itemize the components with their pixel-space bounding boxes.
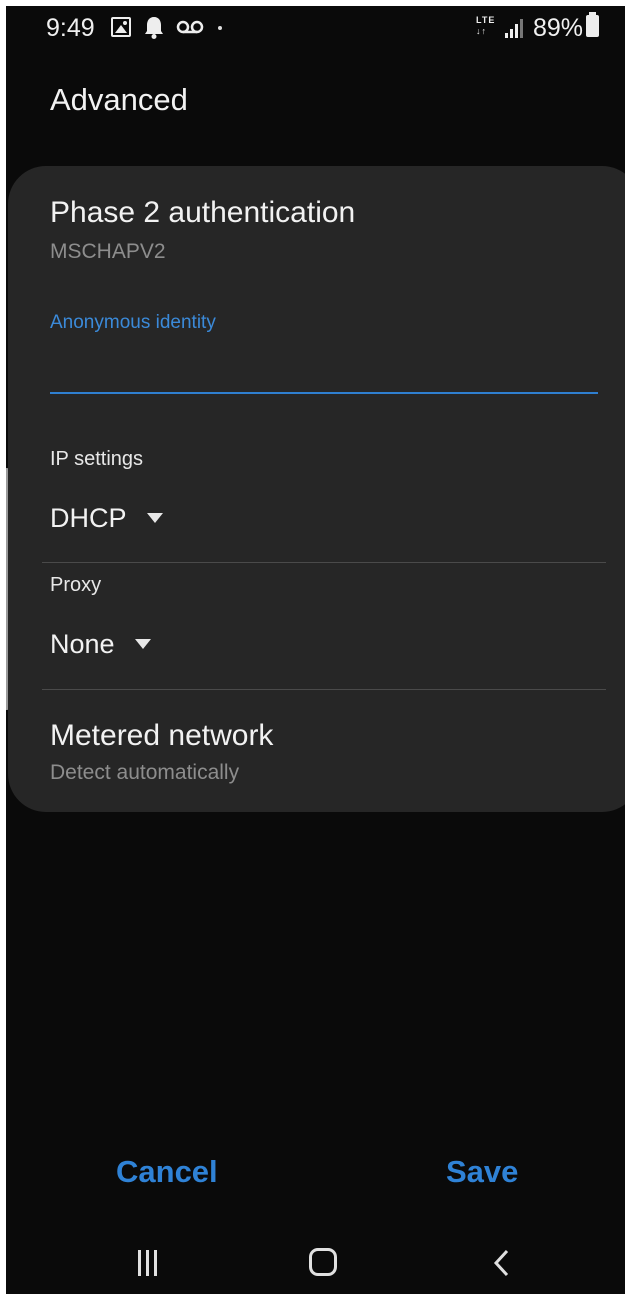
navigation-bar [6, 1234, 625, 1294]
divider [42, 562, 606, 563]
back-icon[interactable] [492, 1248, 512, 1278]
status-time: 9:49 [46, 14, 95, 42]
proxy-dropdown[interactable]: None [50, 624, 151, 664]
metered-network-title: Metered network [50, 719, 274, 752]
metered-network-value: Detect automatically [50, 761, 240, 784]
screen: 9:49 LTE ↓↑ 89% Advanced Phase 2 authent… [6, 6, 625, 1294]
phase2-auth-title: Phase 2 authentication [50, 196, 356, 229]
network-type: LTE ↓↑ [476, 15, 495, 37]
save-button[interactable]: Save [446, 1154, 518, 1190]
ip-settings-label: IP settings [50, 448, 144, 470]
voicemail-icon [176, 20, 204, 34]
proxy-value: None [50, 628, 115, 659]
anonymous-identity-input[interactable] [50, 346, 598, 394]
network-type-label: LTE [476, 15, 496, 25]
battery-icon [586, 12, 599, 37]
proxy-label: Proxy [50, 574, 102, 596]
home-icon[interactable] [309, 1248, 337, 1276]
caret-down-icon [146, 513, 163, 523]
ip-settings-dropdown[interactable]: DHCP [50, 498, 163, 538]
anonymous-identity-label: Anonymous identity [50, 312, 216, 333]
phase2-auth-value: MSCHAPV2 [50, 240, 166, 263]
status-bar: 9:49 LTE ↓↑ 89% [6, 6, 625, 50]
signal-icon [505, 19, 523, 38]
divider [42, 689, 606, 690]
caret-down-icon [134, 639, 151, 649]
page-title: Advanced [50, 82, 188, 117]
advanced-settings-card: Phase 2 authentication MSCHAPV2 Anonymou… [8, 166, 625, 812]
gallery-icon [111, 17, 131, 37]
bell-icon [145, 17, 163, 39]
ip-settings-value: DHCP [50, 502, 127, 533]
dot-icon [218, 26, 222, 30]
data-arrows-icon: ↓↑ [476, 26, 487, 36]
recents-icon[interactable] [136, 1250, 160, 1276]
cancel-button[interactable]: Cancel [116, 1154, 218, 1190]
battery-percentage: 89% [533, 14, 584, 42]
